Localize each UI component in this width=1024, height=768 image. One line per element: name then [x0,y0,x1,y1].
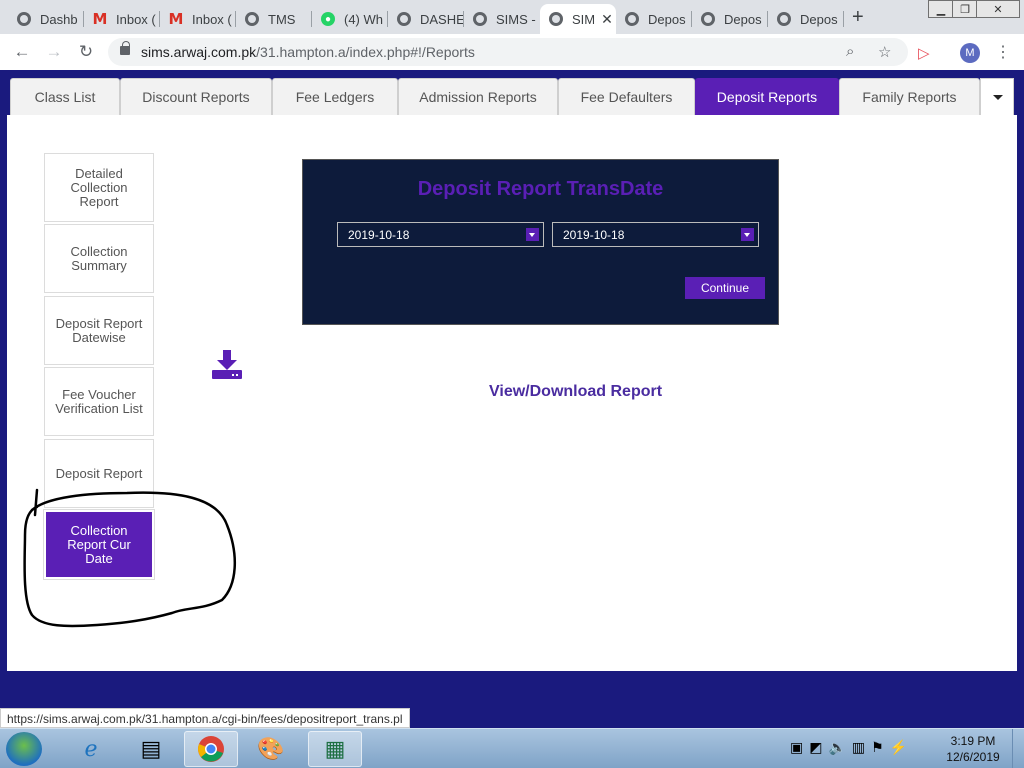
side-item-fee-voucher-verification-list[interactable]: Fee Voucher Verification List [44,367,154,436]
browser-tab-label: Inbox ( [116,11,156,27]
side-item-collection-summary[interactable]: Collection Summary [44,224,154,293]
tray-icon[interactable]: ◩ [809,739,822,756]
reload-icon[interactable]: ↻ [76,42,96,62]
tab-discount-reports[interactable]: Discount Reports [120,78,272,115]
globe-icon [624,11,640,27]
globe-icon [548,11,564,27]
avatar[interactable]: M [960,43,980,63]
from-date-value: 2019-10-18 [348,227,410,242]
tab-admission-reports[interactable]: Admission Reports [398,78,558,115]
whatsapp-icon: ● [320,11,336,27]
paint-icon[interactable]: 🎨 [244,731,298,767]
browser-tab[interactable]: ● (4) Wh [312,4,388,34]
browser-tab-label: DASHE [420,11,464,27]
report-content: Detailed Collection Report Collection Su… [7,115,1017,671]
page: Class List Discount Reports Fee Ledgers … [0,70,1024,708]
side-item-deposit-report[interactable]: Deposit Report [44,439,154,508]
url-text: sims.arwaj.com.pk/31.hampton.a/index.php… [141,44,475,60]
volume-icon[interactable]: 🔈 [828,739,845,756]
globe-icon [244,11,260,27]
globe-icon [396,11,412,27]
tab-fee-ledgers[interactable]: Fee Ledgers [272,78,398,115]
browser-tab-label: Dashb [40,11,78,27]
zoom-icon[interactable]: ⌕ [846,43,854,60]
browser-tab-label: Inbox ( [192,11,232,27]
browser-tab-label: Depos [800,11,838,27]
tab-class-list[interactable]: Class List [10,78,120,115]
side-item-deposit-report-datewise[interactable]: Deposit Report Datewise [44,296,154,365]
new-tab-button[interactable]: + [852,6,864,29]
browser-tab[interactable]: M Inbox ( [84,4,160,34]
report-title: Deposit Report TransDate [417,178,664,200]
internet-explorer-icon[interactable]: ℯ [64,731,118,767]
browser-tab[interactable]: Depos [768,4,844,34]
report-panel: Deposit Report TransDate 2019-10-18 2019… [302,159,779,325]
tab-deposit-reports[interactable]: Deposit Reports [695,78,839,115]
chrome-icon[interactable] [184,731,238,767]
start-button[interactable] [6,732,42,766]
status-url: https://sims.arwaj.com.pk/31.hampton.a/c… [0,708,410,728]
globe-icon [16,11,32,27]
show-desktop-button[interactable] [1012,729,1024,768]
excel-icon[interactable]: ▦ [308,731,362,767]
close-tab-icon[interactable]: ✕ [601,11,613,28]
browser-toolbar: ← → ↻ sims.arwaj.com.pk/31.hampton.a/ind… [0,34,1024,70]
browser-tab-label: SIM [572,11,596,27]
browser-tab[interactable]: Dashb [8,4,84,34]
file-explorer-icon[interactable]: ▤ [124,731,178,767]
browser-tab[interactable]: TMS [236,4,312,34]
view-download-report-link[interactable]: View/Download Report [489,383,662,401]
browser-tab-label: Depos [648,11,686,27]
gmail-icon: M [168,10,184,28]
browser-tab-active[interactable]: SIM ✕ [540,4,616,34]
to-date-select[interactable]: 2019-10-18 [552,222,759,247]
chevron-down-icon [526,228,539,241]
globe-icon [776,11,792,27]
tab-fee-defaulters[interactable]: Fee Defaulters [558,78,695,115]
back-icon[interactable]: ← [12,42,32,62]
to-date-value: 2019-10-18 [563,227,625,242]
download-icon[interactable] [211,350,243,380]
clock[interactable]: 3:19 PM 12/6/2019 [940,733,1006,765]
globe-icon [700,11,716,27]
network-icon[interactable]: ▥ [852,739,865,756]
more-tabs-dropdown[interactable] [980,78,1014,115]
browser-tab-label: SIMS - [496,11,536,27]
power-icon[interactable]: ⚡ [890,739,907,756]
system-tray: ▣ ◩ 🔈 ▥ ⚑ ⚡ [790,739,907,756]
tray-icon[interactable]: ▣ [790,739,803,756]
address-bar[interactable]: sims.arwaj.com.pk/31.hampton.a/index.php… [108,38,908,66]
cast-icon[interactable]: ▷ [918,44,930,62]
menu-icon[interactable]: ⋮ [995,42,1011,62]
clock-date: 12/6/2019 [946,750,1000,764]
maximize-button[interactable]: ❐ [952,0,978,18]
globe-icon [472,11,488,27]
taskbar: ℯ ▤ 🎨 ▦ ▣ ◩ 🔈 ▥ ⚑ ⚡ 3:19 PM 12/6/2019 [0,728,1024,768]
side-item-detailed-collection-report[interactable]: Detailed Collection Report [44,153,154,222]
gmail-icon: M [92,10,108,28]
chevron-down-icon [741,228,754,241]
forward-icon[interactable]: → [44,42,64,62]
browser-tab-label: TMS [268,11,296,27]
from-date-select[interactable]: 2019-10-18 [337,222,544,247]
tab-family-reports[interactable]: Family Reports [839,78,980,115]
continue-button[interactable]: Continue [685,277,765,299]
lock-icon [120,41,130,55]
browser-tab[interactable]: Depos [616,4,692,34]
browser-tab-label: Depos [724,11,762,27]
browser-tab-label: (4) Wh [344,11,383,27]
browser-tab[interactable]: DASHE [388,4,464,34]
browser-tab[interactable]: Depos [692,4,768,34]
side-item-collection-report-cur-date[interactable]: Collection Report Cur Date [44,510,154,579]
browser-tab[interactable]: M Inbox ( [160,4,236,34]
browser-tab[interactable]: SIMS - [464,4,540,34]
close-window-button[interactable]: ✕ [976,0,1020,18]
browser-tab-strip: Dashb M Inbox ( M Inbox ( TMS ● (4) Wh D… [0,0,1024,34]
clock-time: 3:19 PM [950,734,996,748]
minimize-button[interactable]: ▁ [928,0,954,18]
star-icon[interactable]: ☆ [878,43,891,61]
flag-icon[interactable]: ⚑ [871,739,884,756]
